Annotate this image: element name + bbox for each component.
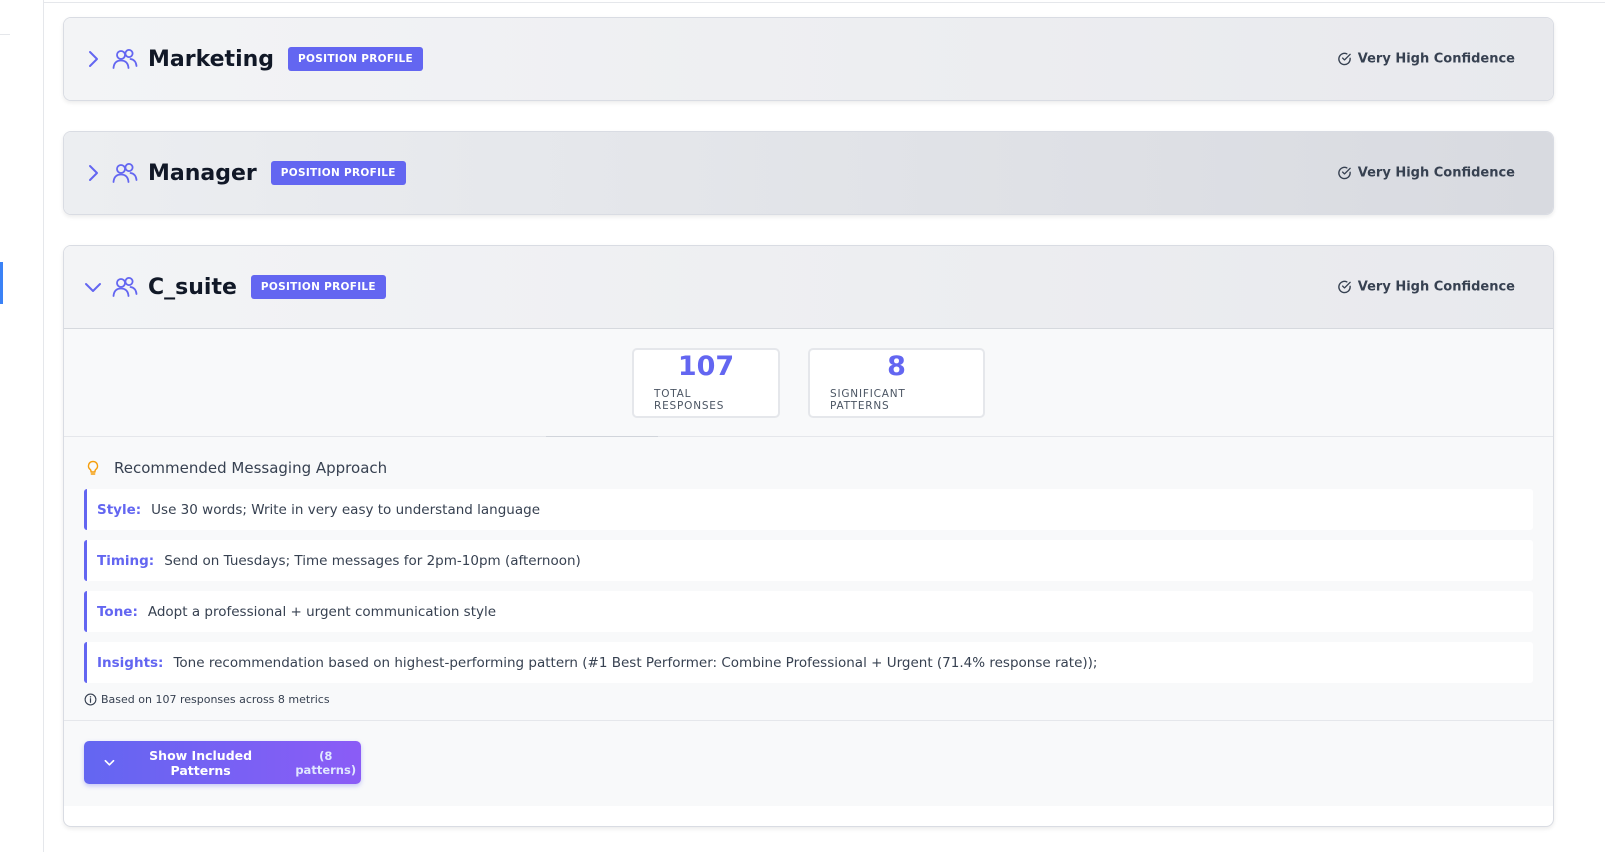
profile-card-c-suite: C_suite POSITION PROFILE Very High Confi…: [63, 245, 1554, 827]
recommendation-text: Adopt a professional + urgent communicat…: [147, 603, 497, 620]
recommendation-heading: Recommended Messaging Approach: [84, 459, 1533, 477]
stat-value: 107: [677, 351, 735, 382]
recommendation-key: Style:: [97, 501, 142, 518]
recommendation-title: Recommended Messaging Approach: [114, 459, 388, 477]
rail-divider: [0, 34, 10, 35]
chevron-down-icon: [104, 759, 115, 766]
profile-card-manager: Manager POSITION PROFILE Very High Confi…: [63, 131, 1554, 215]
recommendation-text: Send on Tuesdays; Time messages for 2pm-…: [164, 552, 581, 569]
confidence-label: Very High Confidence: [1357, 51, 1515, 67]
confidence-label: Very High Confidence: [1357, 165, 1515, 181]
stat-significant-patterns: 8 SIGNIFICANT PATTERNS: [808, 347, 985, 418]
check-circle-icon: [1337, 166, 1351, 180]
card-footer: Show Included Patterns (8 patterns): [64, 721, 1553, 806]
recommendation-section: Recommended Messaging Approach Style: Us…: [64, 437, 1553, 721]
stats-divider: [546, 436, 658, 437]
card-header[interactable]: C_suite POSITION PROFILE Very High Confi…: [64, 246, 1553, 328]
card-title: C_suite: [148, 274, 237, 300]
users-icon: [112, 162, 138, 184]
position-profile-badge: POSITION PROFILE: [250, 275, 386, 299]
position-profile-badge: POSITION PROFILE: [270, 161, 406, 185]
stat-label: SIGNIFICANT PATTERNS: [830, 388, 906, 412]
stat-value: 8: [887, 351, 906, 382]
recommendation-key: Tone:: [97, 603, 138, 620]
card-body: 107 TOTAL RESPONSES 8 SIGNIFICANT PATTER…: [64, 328, 1553, 806]
recommendation-key: Timing:: [97, 552, 155, 569]
recommendation-text: Use 30 words; Write in very easy to unde…: [151, 501, 541, 518]
profile-card-marketing: Marketing POSITION PROFILE Very High Con…: [63, 17, 1554, 101]
card-title: Manager: [148, 160, 257, 186]
based-on-note: Based on 107 responses across 8 metrics: [84, 693, 1533, 706]
info-icon: [84, 693, 97, 706]
position-profile-badge: POSITION PROFILE: [288, 47, 424, 71]
recommendation-timing: Timing: Send on Tuesdays; Time messages …: [84, 540, 1533, 581]
recommendation-style: Style: Use 30 words; Write in very easy …: [84, 489, 1533, 530]
check-circle-icon: [1337, 280, 1351, 294]
confidence-indicator: Very High Confidence: [1337, 280, 1515, 295]
active-nav-indicator: [0, 262, 3, 304]
show-included-patterns-button[interactable]: Show Included Patterns (8 patterns): [84, 741, 361, 784]
button-label: Show Included Patterns: [149, 747, 253, 778]
confidence-indicator: Very High Confidence: [1337, 166, 1515, 181]
check-circle-icon: [1337, 52, 1351, 66]
confidence-label: Very High Confidence: [1357, 279, 1515, 295]
left-rail: [0, 0, 44, 852]
card-header[interactable]: Marketing POSITION PROFILE Very High Con…: [64, 18, 1553, 100]
users-icon: [112, 276, 138, 298]
chevron-right-icon[interactable]: [84, 164, 102, 182]
recommendation-text: Tone recommendation based on highest-per…: [173, 654, 1098, 671]
card-title: Marketing: [148, 46, 275, 72]
stats-row: 107 TOTAL RESPONSES 8 SIGNIFICANT PATTER…: [64, 329, 1553, 437]
stat-label: TOTAL RESPONSES: [654, 388, 725, 412]
based-on-text: Based on 107 responses across 8 metrics: [101, 693, 330, 706]
stat-total-responses: 107 TOTAL RESPONSES: [632, 347, 780, 418]
confidence-indicator: Very High Confidence: [1337, 52, 1515, 67]
recommendation-tone: Tone: Adopt a professional + urgent comm…: [84, 591, 1533, 632]
chevron-right-icon[interactable]: [84, 50, 102, 68]
pattern-count: (8 patterns): [295, 748, 357, 777]
card-header[interactable]: Manager POSITION PROFILE Very High Confi…: [64, 132, 1553, 214]
lightbulb-icon: [87, 460, 99, 475]
recommendation-key: Insights:: [97, 654, 164, 671]
top-divider: [44, 2, 1605, 3]
recommendation-insights: Insights: Tone recommendation based on h…: [84, 642, 1533, 683]
chevron-down-icon[interactable]: [84, 278, 102, 296]
users-icon: [112, 48, 138, 70]
